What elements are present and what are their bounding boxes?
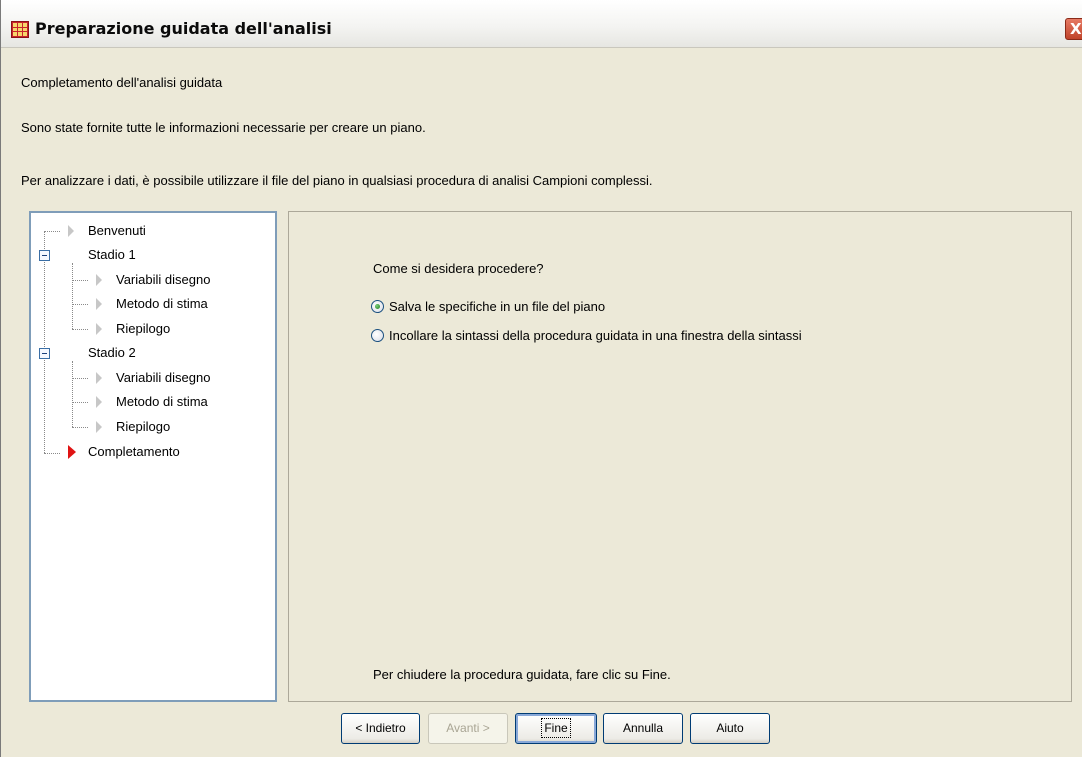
tree-item-label: Completamento <box>88 444 180 459</box>
info-text-1: Sono state fornite tutte le informazioni… <box>21 120 426 135</box>
finish-button[interactable]: Fine <box>515 713 597 744</box>
paste-syntax-option-label: Incollare la sintassi della procedura gu… <box>389 328 802 343</box>
window-title: Preparazione guidata dell'analisi <box>35 19 332 38</box>
tree-item-riepilogo-2[interactable]: Riepilogo <box>31 417 271 437</box>
tree-item-benvenuti[interactable]: Benvenuti <box>31 221 271 241</box>
radio-button[interactable] <box>371 329 384 342</box>
arrow-right-icon <box>96 323 102 335</box>
options-panel: Come si desidera procedere? Salva le spe… <box>288 211 1072 702</box>
arrow-right-icon <box>96 372 102 384</box>
page-heading: Completamento dell'analisi guidata <box>21 75 223 90</box>
tree-item-label: Riepilogo <box>116 419 171 434</box>
tree-item-stadio-2[interactable]: Stadio 2 <box>31 343 271 363</box>
tree-item-metodo-di-stima-1[interactable]: Metodo di stima <box>31 294 271 314</box>
finish-instruction: Per chiudere la procedura guidata, fare … <box>373 667 671 682</box>
arrow-right-icon <box>96 421 102 433</box>
tree-item-label: Metodo di stima <box>116 394 208 409</box>
help-button[interactable]: Aiuto <box>690 713 770 744</box>
arrow-right-icon <box>96 274 102 286</box>
arrow-right-icon <box>96 298 102 310</box>
tree-item-completamento[interactable]: Completamento <box>31 442 271 462</box>
question-label: Come si desidera procedere? <box>373 261 544 276</box>
active-step-arrow-icon <box>68 445 76 459</box>
tree-item-label: Variabili disegno <box>116 272 211 287</box>
tree-item-label: Riepilogo <box>116 321 171 336</box>
save-plan-option-label: Salva le specifiche in un file del piano <box>389 299 606 314</box>
tree-item-label: Variabili disegno <box>116 370 211 385</box>
tree-item-stadio-1[interactable]: Stadio 1 <box>31 245 271 265</box>
collapse-icon[interactable] <box>39 348 50 359</box>
tree-item-label: Stadio 1 <box>88 247 136 262</box>
arrow-right-icon <box>96 396 102 408</box>
tree-item-metodo-di-stima-2[interactable]: Metodo di stima <box>31 392 271 412</box>
wizard-steps-tree: Benvenuti Stadio 1 Variabili disegno Met… <box>29 211 277 702</box>
tree-item-label: Metodo di stima <box>116 296 208 311</box>
tree-item-variabili-disegno-2[interactable]: Variabili disegno <box>31 368 271 388</box>
tree-item-variabili-disegno-1[interactable]: Variabili disegno <box>31 270 271 290</box>
tree-item-label: Benvenuti <box>88 223 146 238</box>
collapse-icon[interactable] <box>39 250 50 261</box>
wizard-window: Preparazione guidata dell'analisi X Comp… <box>0 0 1082 757</box>
arrow-right-icon <box>68 225 74 237</box>
cancel-button[interactable]: Annulla <box>603 713 683 744</box>
tree-item-label: Stadio 2 <box>88 345 136 360</box>
back-button[interactable]: < Indietro <box>341 713 420 744</box>
title-bar: Preparazione guidata dell'analisi X <box>1 0 1082 48</box>
tree-item-riepilogo-1[interactable]: Riepilogo <box>31 319 271 339</box>
info-text-2: Per analizzare i dati, è possibile utili… <box>21 173 653 188</box>
radio-button-selected[interactable] <box>371 300 384 313</box>
app-table-icon <box>11 21 29 38</box>
close-button[interactable]: X <box>1065 18 1082 40</box>
next-button[interactable]: Avanti > <box>428 713 508 744</box>
